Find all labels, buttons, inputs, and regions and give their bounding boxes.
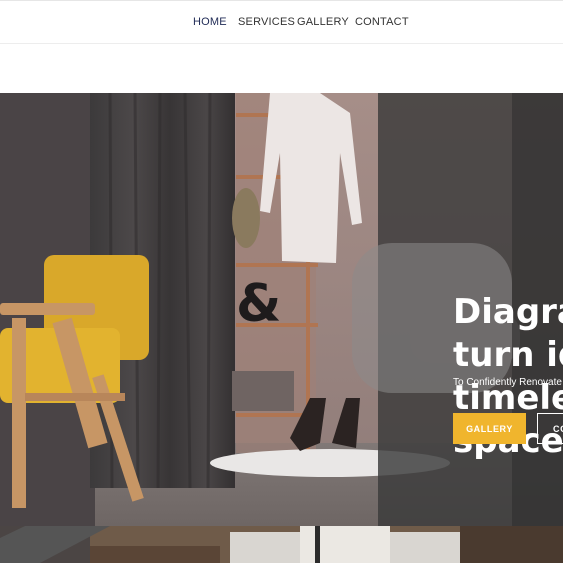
floor-photo-strip	[0, 526, 563, 563]
hero-subtitle: To Confidently Renovate	[453, 377, 562, 388]
gallery-button[interactable]: GALLERY	[453, 413, 526, 444]
site-header: HOME SERVICES GALLERY CONTACT	[0, 0, 563, 44]
header-spacer	[0, 44, 563, 93]
nav-contact-link[interactable]: CONTACT	[355, 16, 409, 28]
nav-home-link[interactable]: HOME	[193, 16, 227, 28]
nav-services-link[interactable]: SERVICES	[238, 16, 295, 28]
hero-section: & Diagra turn id timele space To Confide…	[0, 93, 563, 526]
hero-title-line: Diagra	[453, 292, 563, 332]
contact-button[interactable]: CO	[537, 413, 563, 444]
hero-title-line: turn id	[453, 335, 563, 375]
nav-gallery-link[interactable]: GALLERY	[297, 16, 349, 28]
main-nav: HOME SERVICES GALLERY CONTACT	[0, 1, 563, 45]
floor-photo-image	[0, 526, 563, 563]
svg-text:&: &	[236, 274, 281, 334]
